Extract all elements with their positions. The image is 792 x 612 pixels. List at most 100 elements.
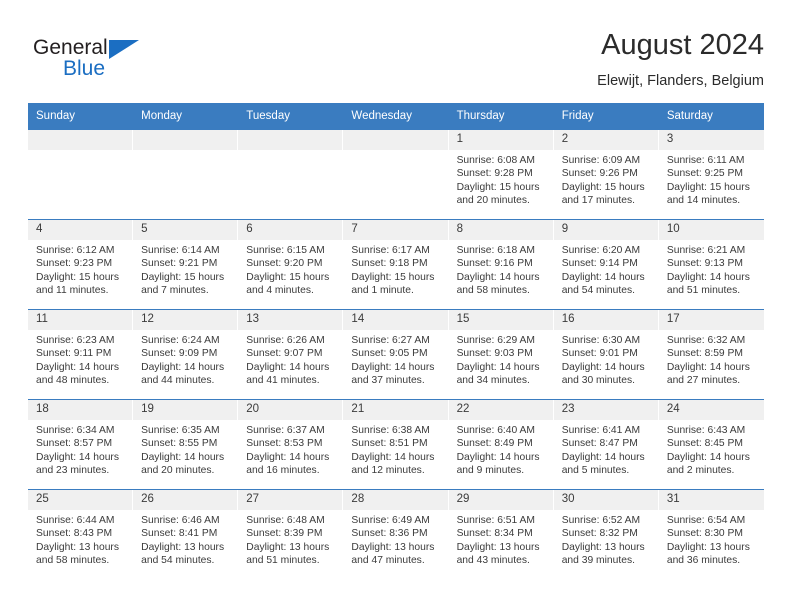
daylight-text: Daylight: 14 hours and 9 minutes.	[456, 451, 540, 476]
day-cell[interactable]: 24 Sunrise: 6:43 AM Sunset: 8:45 PM Dayligh…	[658, 399, 764, 490]
day-number: 26	[133, 490, 239, 510]
calendar-body: 1 Sunrise: 6:08 AM Sunset: 9:28 PM Daylight…	[28, 129, 764, 580]
sunrise-text: Sunrise: 6:43 AM	[666, 425, 746, 436]
day-cell[interactable]: 5 Sunrise: 6:14 AM Sunset: 9:21 PM Daylight…	[133, 219, 239, 310]
sunrise-text: Sunrise: 6:20 AM	[561, 245, 641, 256]
sunrise-text: Sunrise: 6:26 AM	[246, 335, 325, 346]
calendar-week-row: 4 Sunrise: 6:12 AM Sunset: 9:23 PM Daylight…	[28, 219, 764, 310]
day-details: Sunrise: 6:44 AM Sunset: 8:43 PM Daylight:…	[28, 510, 133, 567]
sunset-text: Sunset: 8:57 PM	[36, 438, 113, 450]
day-cell[interactable]: 20 Sunrise: 6:37 AM Sunset: 8:53 PM Dayligh…	[238, 399, 344, 490]
sunset-text: Sunset: 8:36 PM	[351, 528, 428, 540]
day-cell[interactable]: 7 Sunrise: 6:17 AM Sunset: 9:18 PM Daylight…	[343, 219, 449, 310]
sunset-text: Sunset: 9:11 PM	[36, 348, 112, 360]
day-cell[interactable]: 14 Sunrise: 6:27 AM Sunset: 9:05 PM Dayligh…	[343, 309, 449, 400]
day-cell[interactable]: 16 Sunrise: 6:30 AM Sunset: 9:01 PM Dayligh…	[553, 309, 659, 400]
calendar-week-row: 18 Sunrise: 6:34 AM Sunset: 8:57 PM Dayligh…	[28, 399, 764, 490]
day-number: 16	[553, 310, 659, 330]
day-cell[interactable]: 27 Sunrise: 6:48 AM Sunset: 8:39 PM Dayligh…	[238, 489, 344, 580]
day-cell[interactable]: 25 Sunrise: 6:44 AM Sunset: 8:43 PM Dayligh…	[28, 489, 134, 580]
day-number	[238, 130, 344, 150]
weekday-wednesday: Wednesday	[343, 103, 449, 130]
day-cell[interactable]: 8 Sunrise: 6:18 AM Sunset: 9:16 PM Daylight…	[448, 219, 554, 310]
daylight-text: Daylight: 14 hours and 23 minutes.	[36, 451, 119, 476]
day-details: Sunrise: 6:08 AM Sunset: 9:28 PM Daylight:…	[449, 150, 554, 207]
day-details: Sunrise: 6:21 AM Sunset: 9:13 PM Daylight:…	[659, 240, 764, 297]
day-cell[interactable]: 11 Sunrise: 6:23 AM Sunset: 9:11 PM Dayligh…	[28, 309, 134, 400]
day-cell[interactable]: 30 Sunrise: 6:52 AM Sunset: 8:32 PM Dayligh…	[553, 489, 659, 580]
sunrise-text: Sunrise: 6:49 AM	[351, 515, 430, 526]
day-cell[interactable]: 18 Sunrise: 6:34 AM Sunset: 8:57 PM Dayligh…	[28, 399, 134, 490]
sunset-text: Sunset: 8:41 PM	[141, 528, 218, 540]
daylight-text: Daylight: 14 hours and 58 minutes.	[456, 271, 540, 296]
sunrise-text: Sunrise: 6:27 AM	[351, 335, 430, 346]
day-cell[interactable]: 13 Sunrise: 6:26 AM Sunset: 9:07 PM Dayligh…	[238, 309, 344, 400]
day-cell[interactable]: 29 Sunrise: 6:51 AM Sunset: 8:34 PM Dayligh…	[448, 489, 554, 580]
sunrise-text: Sunrise: 6:14 AM	[141, 245, 220, 256]
daylight-text: Daylight: 14 hours and 48 minutes.	[36, 361, 119, 386]
day-cell[interactable]: 23 Sunrise: 6:41 AM Sunset: 8:47 PM Dayligh…	[553, 399, 659, 490]
day-cell[interactable]: 12 Sunrise: 6:24 AM Sunset: 9:09 PM Dayligh…	[133, 309, 239, 400]
sunset-text: Sunset: 9:07 PM	[246, 348, 323, 360]
daylight-text: Daylight: 13 hours and 43 minutes.	[456, 541, 540, 566]
daylight-text: Daylight: 14 hours and 44 minutes.	[141, 361, 225, 386]
daylight-text: Daylight: 14 hours and 41 minutes.	[246, 361, 330, 386]
day-cell[interactable]: 15 Sunrise: 6:29 AM Sunset: 9:03 PM Dayligh…	[448, 309, 554, 400]
day-cell[interactable]: 2 Sunrise: 6:09 AM Sunset: 9:26 PM Daylight…	[553, 129, 659, 220]
daylight-text: Daylight: 13 hours and 39 minutes.	[561, 541, 645, 566]
daylight-text: Daylight: 14 hours and 20 minutes.	[141, 451, 225, 476]
day-cell[interactable]: 6 Sunrise: 6:15 AM Sunset: 9:20 PM Daylight…	[238, 219, 344, 310]
general-blue-logo[interactable]: General Blue	[33, 36, 163, 88]
day-number: 29	[448, 490, 554, 510]
sunrise-text: Sunrise: 6:38 AM	[351, 425, 430, 436]
day-number	[133, 130, 239, 150]
sunrise-text: Sunrise: 6:51 AM	[456, 515, 535, 526]
sunset-text: Sunset: 8:43 PM	[36, 528, 113, 540]
day-details: Sunrise: 6:46 AM Sunset: 8:41 PM Daylight:…	[133, 510, 238, 567]
sunrise-text: Sunrise: 6:35 AM	[141, 425, 220, 436]
day-details: Sunrise: 6:41 AM Sunset: 8:47 PM Daylight:…	[554, 420, 659, 477]
day-details: Sunrise: 6:18 AM Sunset: 9:16 PM Daylight:…	[449, 240, 554, 297]
sunset-text: Sunset: 8:45 PM	[666, 438, 743, 450]
day-cell[interactable]: 17 Sunrise: 6:32 AM Sunset: 8:59 PM Dayligh…	[658, 309, 764, 400]
day-number: 23	[553, 400, 659, 420]
sunrise-text: Sunrise: 6:23 AM	[36, 335, 115, 346]
day-details: Sunrise: 6:34 AM Sunset: 8:57 PM Daylight:…	[28, 420, 133, 477]
day-cell[interactable]: 31 Sunrise: 6:54 AM Sunset: 8:30 PM Dayligh…	[658, 489, 764, 580]
sunset-text: Sunset: 8:47 PM	[561, 438, 638, 450]
daylight-text: Daylight: 13 hours and 47 minutes.	[351, 541, 435, 566]
sunset-text: Sunset: 9:09 PM	[141, 348, 218, 360]
daylight-text: Daylight: 15 hours and 1 minute.	[351, 271, 435, 296]
day-details: Sunrise: 6:32 AM Sunset: 8:59 PM Daylight:…	[659, 330, 764, 387]
day-cell[interactable]: 9 Sunrise: 6:20 AM Sunset: 9:14 PM Daylight…	[553, 219, 659, 310]
day-cell[interactable]: 4 Sunrise: 6:12 AM Sunset: 9:23 PM Daylight…	[28, 219, 134, 310]
sunset-text: Sunset: 8:34 PM	[456, 528, 533, 540]
page-subtitle: Elewijt, Flanders, Belgium	[597, 73, 764, 89]
day-details: Sunrise: 6:43 AM Sunset: 8:45 PM Daylight:…	[659, 420, 764, 477]
daylight-text: Daylight: 13 hours and 36 minutes.	[666, 541, 750, 566]
calendar-week-row: 25 Sunrise: 6:44 AM Sunset: 8:43 PM Dayligh…	[28, 489, 764, 580]
calendar-page: General Blue August 2024 Elewijt, Flande…	[0, 0, 792, 612]
day-cell[interactable]: 28 Sunrise: 6:49 AM Sunset: 8:36 PM Dayligh…	[343, 489, 449, 580]
sunrise-text: Sunrise: 6:12 AM	[36, 245, 115, 256]
sunset-text: Sunset: 8:49 PM	[456, 438, 533, 450]
day-details: Sunrise: 6:11 AM Sunset: 9:25 PM Daylight:…	[659, 150, 764, 207]
sunset-text: Sunset: 8:39 PM	[246, 528, 323, 540]
day-cell[interactable]: 19 Sunrise: 6:35 AM Sunset: 8:55 PM Dayligh…	[133, 399, 239, 490]
day-number: 24	[658, 400, 764, 420]
day-cell[interactable]: 22 Sunrise: 6:40 AM Sunset: 8:49 PM Dayligh…	[448, 399, 554, 490]
daylight-text: Daylight: 14 hours and 5 minutes.	[561, 451, 645, 476]
day-cell[interactable]: 10 Sunrise: 6:21 AM Sunset: 9:13 PM Dayligh…	[658, 219, 764, 310]
day-cell[interactable]: 21 Sunrise: 6:38 AM Sunset: 8:51 PM Dayligh…	[343, 399, 449, 490]
day-details: Sunrise: 6:37 AM Sunset: 8:53 PM Daylight:…	[238, 420, 343, 477]
daylight-text: Daylight: 14 hours and 34 minutes.	[456, 361, 540, 386]
day-cell[interactable]: 3 Sunrise: 6:11 AM Sunset: 9:25 PM Daylight…	[658, 129, 764, 220]
calendar-head: Sunday Monday Tuesday Wednesday Thursday…	[28, 103, 764, 130]
day-details: Sunrise: 6:27 AM Sunset: 9:05 PM Daylight:…	[343, 330, 448, 387]
day-number: 28	[343, 490, 449, 510]
day-cell[interactable]: 1 Sunrise: 6:08 AM Sunset: 9:28 PM Daylight…	[448, 129, 554, 220]
day-cell[interactable]: 26 Sunrise: 6:46 AM Sunset: 8:41 PM Dayligh…	[133, 489, 239, 580]
daylight-text: Daylight: 14 hours and 30 minutes.	[561, 361, 645, 386]
day-number: 30	[553, 490, 659, 510]
title-block: August 2024 Elewijt, Flanders, Belgium	[597, 28, 764, 91]
